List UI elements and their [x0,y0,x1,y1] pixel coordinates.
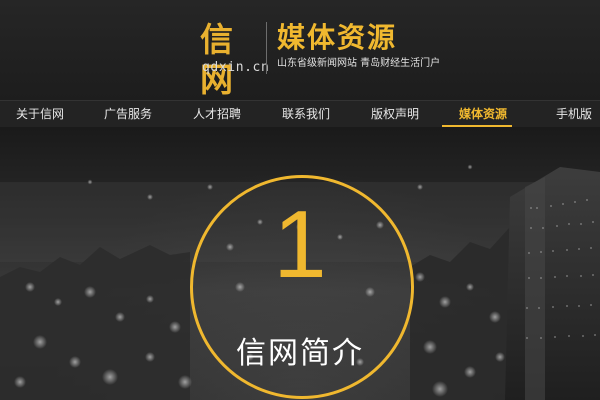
nav-item-about[interactable]: 关于信网 [16,101,64,127]
nav-item-careers[interactable]: 人才招聘 [193,101,241,127]
nav-item-mobile[interactable]: 手机版 [556,101,592,127]
page-title: 媒体资源 [277,21,398,54]
page: 信网 qdxin.cn 媒体资源 山东省级新闻网站 青岛财经生活门户 关于信网 … [0,0,600,400]
nav-item-media-resources[interactable]: 媒体资源 [459,101,507,127]
site-header: 信网 qdxin.cn 媒体资源 山东省级新闻网站 青岛财经生活门户 [0,0,600,100]
site-logo[interactable]: 信网 qdxin.cn [200,20,269,99]
header-divider [266,22,267,74]
main-nav: 关于信网 广告服务 人才招聘 联系我们 版权声明 媒体资源 手机版 [0,100,600,127]
site-tagline: 山东省级新闻网站 青岛财经生活门户 [277,58,441,69]
nav-item-contact[interactable]: 联系我们 [282,101,330,127]
logo-domain: qdxin.cn [202,60,270,75]
section-title: 信网简介 [236,336,364,371]
hero-banner: 1 信网简介 [0,127,600,400]
nav-item-ad-services[interactable]: 广告服务 [104,101,152,127]
nav-item-copyright[interactable]: 版权声明 [371,101,419,127]
section-number: 1 [273,191,327,298]
